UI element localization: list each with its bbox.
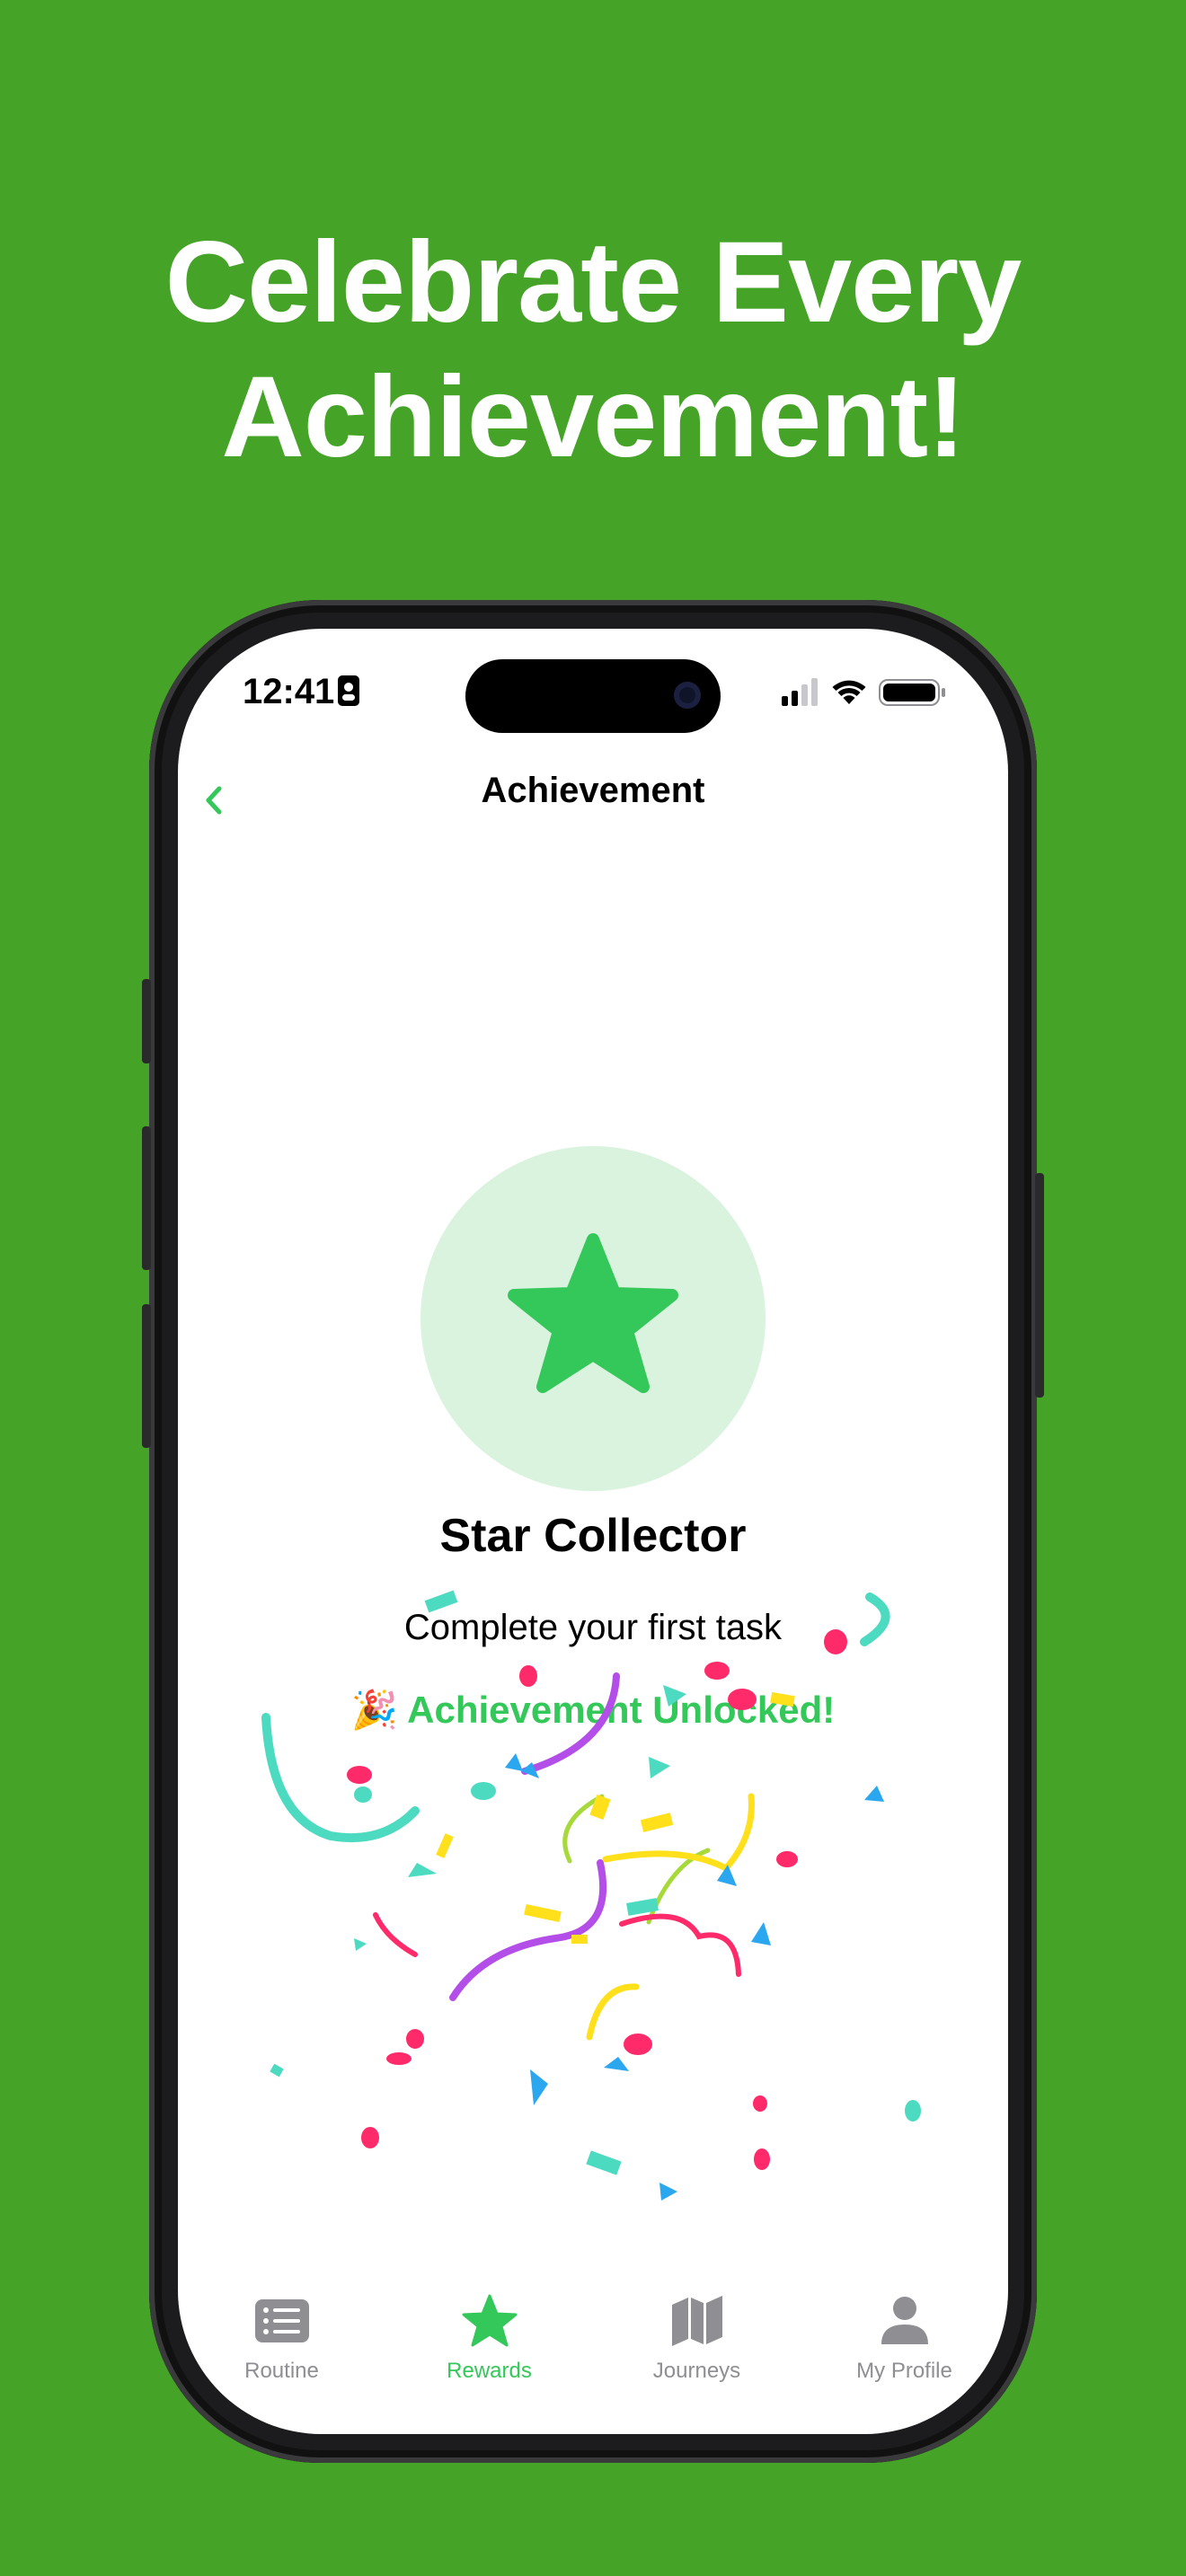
nav-title: Achievement (481, 771, 705, 810)
map-icon (671, 2296, 722, 2346)
marketing-headline: Celebrate Every Achievement! (0, 216, 1186, 485)
star-icon (508, 1233, 678, 1393)
volume-up-button (142, 1126, 151, 1270)
camera-lens-icon (674, 682, 701, 709)
achievement-unlocked-label: 🎉 Achievement Unlocked! (350, 1689, 836, 1731)
star-icon (462, 2294, 517, 2347)
achievement-badge (420, 1146, 766, 1491)
cellular-signal-icon (782, 678, 818, 706)
tab-label: My Profile (856, 2359, 952, 2383)
achievement-description: Complete your first task (403, 1608, 783, 1647)
headline-line-2: Achievement! (221, 353, 965, 481)
power-button (1035, 1173, 1044, 1398)
list-icon (254, 2299, 309, 2342)
phone-screen: 12:41 Achievement Star Collector Complet… (178, 629, 1008, 2434)
tab-my-profile[interactable]: My Profile (801, 2292, 1008, 2400)
battery-icon (879, 679, 945, 706)
wifi-icon (832, 680, 866, 704)
tab-label: Routine (244, 2359, 319, 2383)
action-button (142, 979, 151, 1063)
tab-rewards[interactable]: Rewards (385, 2292, 593, 2400)
tab-label: Journeys (652, 2359, 741, 2383)
dynamic-island (465, 659, 721, 733)
status-time: 12:41 (243, 672, 335, 711)
focus-badge-icon (338, 675, 359, 706)
tab-routine[interactable]: Routine (178, 2292, 385, 2400)
status-indicators (782, 675, 949, 708)
achievement-title: Star Collector (439, 1510, 747, 1562)
tab-label: Rewards (447, 2359, 532, 2383)
headline-line-1: Celebrate Every (164, 218, 1022, 347)
tab-bar: Routine Rewards Journeys My Profile (178, 2292, 1008, 2400)
person-icon (881, 2297, 928, 2344)
volume-down-button (142, 1304, 151, 1448)
tab-journeys[interactable]: Journeys (593, 2292, 801, 2400)
